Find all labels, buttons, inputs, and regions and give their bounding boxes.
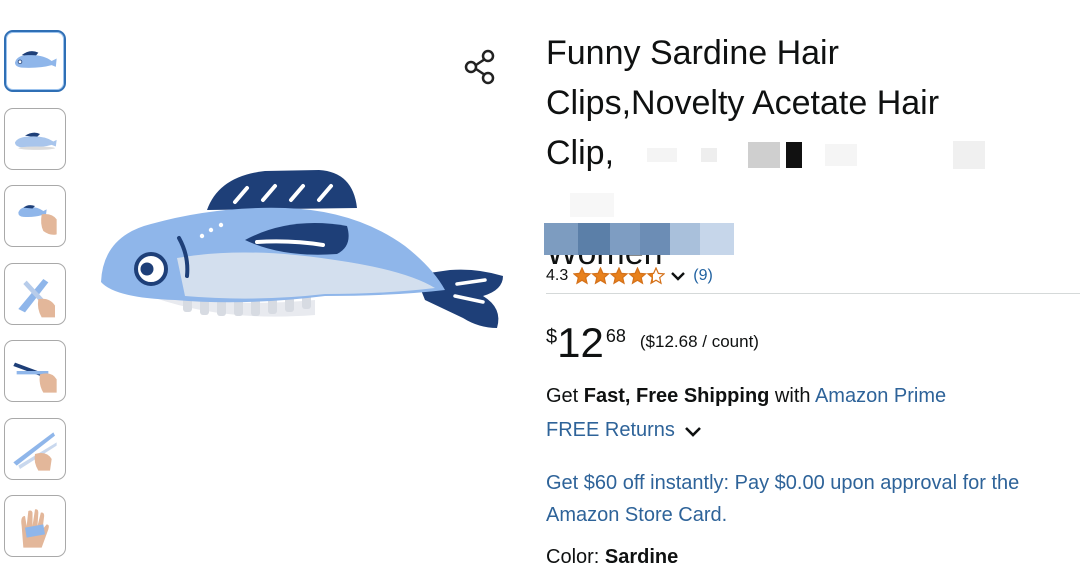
store-link-redacted[interactable] (544, 223, 734, 255)
clip-open-icon (18, 278, 55, 317)
free-returns-link[interactable]: FREE Returns (546, 419, 703, 442)
color-selection: Color: Sardine (546, 546, 678, 569)
title-line: Clips,Novelty Acetate Hair (546, 84, 940, 122)
fish-thumb-icon (15, 132, 57, 150)
product-main-image[interactable] (85, 150, 515, 350)
shipping-bold: Fast, Free Shipping (583, 385, 770, 407)
amazon-prime-link[interactable]: Amazon Prime (815, 385, 946, 407)
shipping-prefix: Get (546, 385, 584, 407)
thumbnail-5[interactable] (4, 340, 66, 402)
title-line: Funny Sardine Hair (546, 34, 839, 72)
offer-line: Get $60 off instantly: Pay $0.00 upon ap… (546, 472, 1020, 494)
chevron-down-icon[interactable] (670, 270, 686, 282)
offer-line: Amazon Store Card. (546, 504, 728, 526)
store-card-offer-link[interactable]: Get $60 off instantly: Pay $0.00 upon ap… (546, 467, 1080, 531)
price-currency: $ (546, 326, 558, 348)
fish-thumb-icon (15, 51, 57, 68)
title-text: Clip, (546, 134, 615, 172)
price-block: $ 12 68 ($12.68 / count) (546, 318, 759, 368)
redacted-text (570, 193, 614, 218)
redacted-text (785, 142, 802, 169)
free-returns-label: FREE Returns (546, 419, 675, 441)
clip-clamp-icon (13, 431, 57, 471)
redacted-text (952, 141, 985, 170)
thumbnail-2[interactable] (4, 107, 66, 170)
sardine-clip-illustration (101, 170, 503, 328)
thumbnail-6[interactable] (4, 417, 66, 480)
chevron-down-icon (685, 426, 701, 437)
thumbnail-3[interactable] (4, 185, 66, 247)
color-label: Color: (546, 546, 605, 568)
clip-holding-icon (13, 362, 57, 393)
title-line: Clip, (546, 128, 1016, 228)
redacted-text (748, 142, 781, 169)
stars-icon (573, 267, 666, 285)
divider (546, 293, 1080, 294)
thumbnail-list (4, 30, 70, 573)
price-whole: 12 (557, 319, 604, 366)
thumbnail-7[interactable] (4, 495, 66, 557)
hand-with-clip-icon (21, 509, 49, 548)
rating-row: 4.3 (9) (546, 264, 713, 288)
share-icon (464, 49, 495, 85)
redacted-text (700, 148, 717, 163)
thumbnail-4[interactable] (4, 262, 66, 325)
color-value: Sardine (604, 546, 679, 568)
share-button[interactable] (462, 47, 500, 87)
price-fraction: 68 (605, 326, 626, 346)
redacted-text (647, 148, 678, 163)
redacted-text (825, 144, 858, 167)
clip-in-hand-icon (18, 205, 57, 235)
shipping-info: Get Fast, Free Shipping with Amazon Prim… (546, 385, 946, 408)
ratings-count-link[interactable]: (9) (693, 267, 713, 285)
star-rating[interactable] (573, 267, 666, 285)
price-per-unit: ($12.68 / count) (639, 332, 759, 351)
shipping-mid: with (769, 385, 815, 407)
rating-value: 4.3 (546, 267, 569, 284)
thumbnail-1[interactable] (4, 30, 66, 92)
